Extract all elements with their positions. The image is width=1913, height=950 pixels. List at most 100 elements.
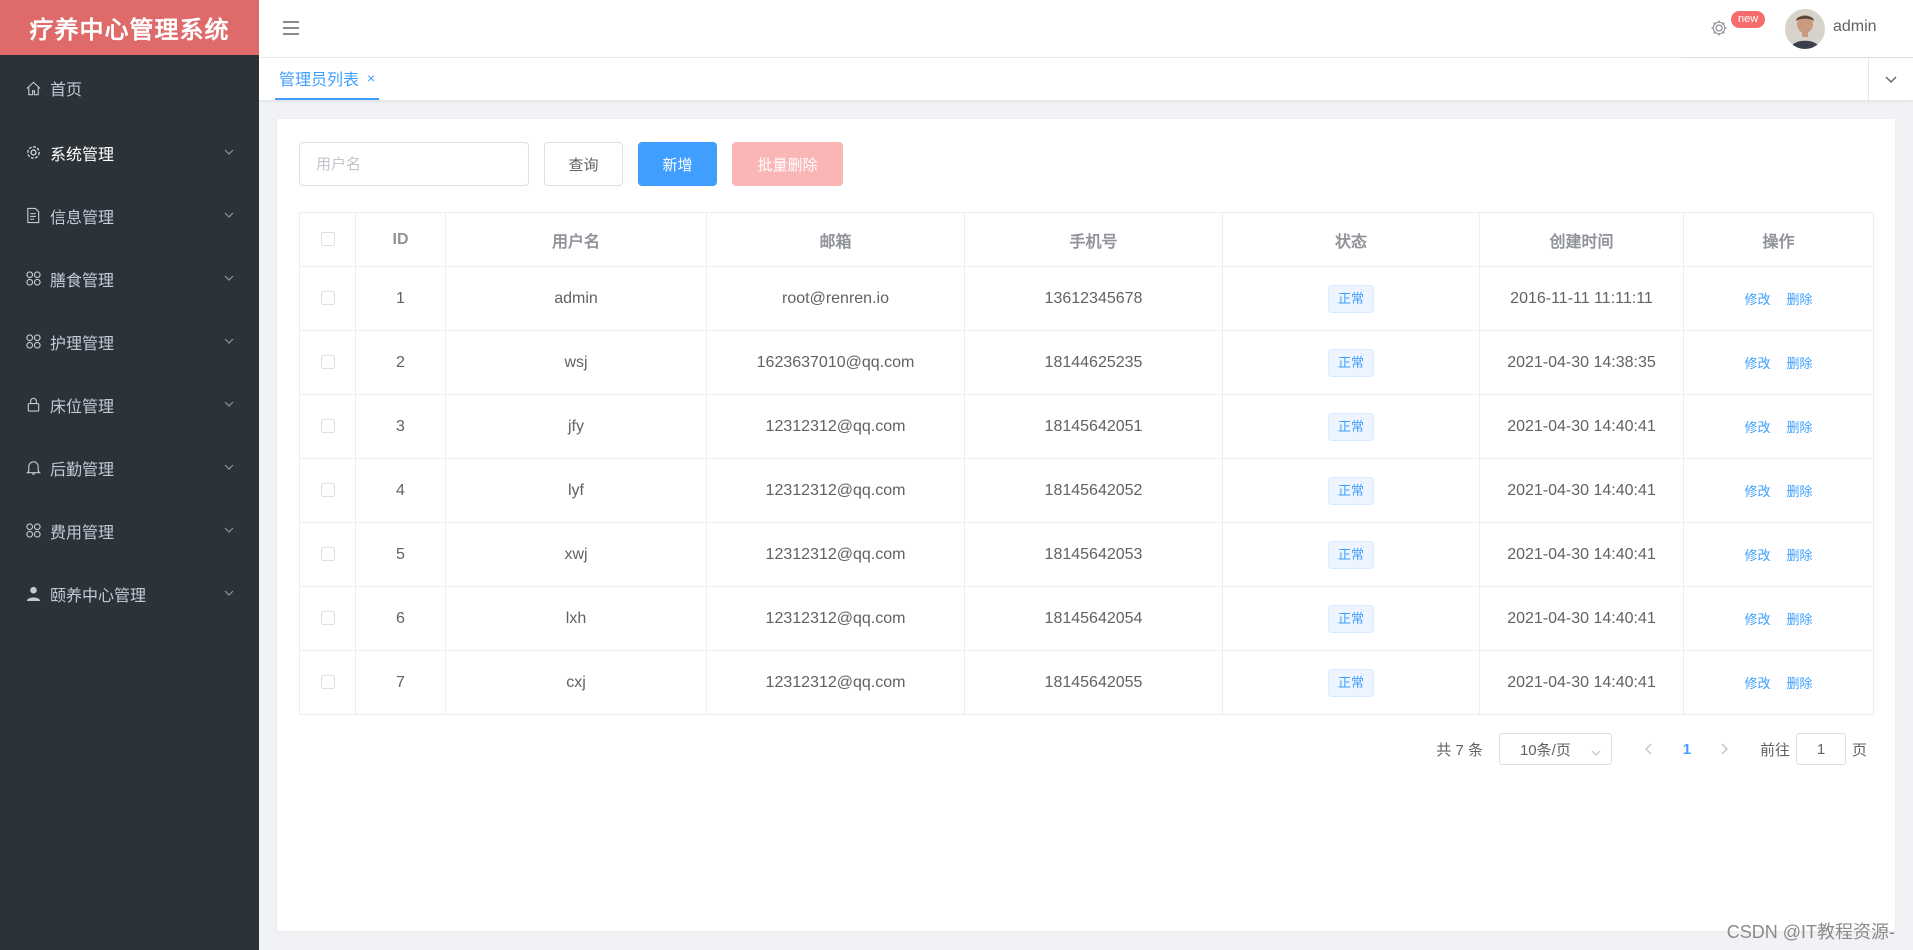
row-select-cell bbox=[299, 650, 356, 715]
pagination-total: 共 7 条 bbox=[1436, 741, 1483, 759]
cell-actions: 修改 删除 bbox=[1683, 586, 1874, 651]
row-checkbox[interactable] bbox=[320, 483, 335, 498]
edit-link[interactable]: 修改 bbox=[1744, 356, 1770, 371]
delete-link[interactable]: 删除 bbox=[1787, 356, 1813, 371]
cell-actions: 修改 删除 bbox=[1683, 394, 1874, 459]
edit-link[interactable]: 修改 bbox=[1744, 676, 1770, 691]
cell-username: lyf bbox=[445, 458, 707, 523]
edit-link[interactable]: 修改 bbox=[1744, 484, 1770, 499]
row-select-cell bbox=[299, 330, 356, 395]
sidebar-item-9[interactable]: 颐养中心管理 bbox=[0, 562, 259, 625]
sidebar-item-label: 费用管理 bbox=[50, 524, 115, 542]
settings-gear-icon[interactable] bbox=[1709, 18, 1729, 38]
edit-link[interactable]: 修改 bbox=[1744, 420, 1770, 435]
row-checkbox[interactable] bbox=[320, 675, 335, 690]
cell-id: 6 bbox=[355, 586, 446, 651]
status-badge: 正常 bbox=[1327, 540, 1374, 569]
sidebar-item-7[interactable]: 后勤管理 bbox=[0, 436, 259, 499]
column-header-actions: 操作 bbox=[1683, 212, 1874, 267]
app-logo-title: 疗养中心管理系统 bbox=[0, 0, 259, 55]
tab-close-icon[interactable]: × bbox=[367, 70, 375, 86]
new-badge: new bbox=[1730, 10, 1767, 29]
status-badge: 正常 bbox=[1327, 476, 1374, 505]
sidebar-item-4[interactable]: 膳食管理 bbox=[0, 247, 259, 310]
column-header-email: 邮箱 bbox=[706, 212, 965, 267]
tabs-dropdown-chevron-icon[interactable] bbox=[1868, 58, 1913, 100]
cell-email: root@renren.io bbox=[706, 266, 965, 331]
row-checkbox[interactable] bbox=[320, 611, 335, 626]
cell-phone: 18145642053 bbox=[964, 522, 1223, 587]
grid-icon bbox=[24, 522, 42, 540]
page-size-value: 10条/页 bbox=[1519, 741, 1571, 759]
sidebar-item-8[interactable]: 费用管理 bbox=[0, 499, 259, 562]
sidebar-item-6[interactable]: 床位管理 bbox=[0, 373, 259, 436]
sidebar-item-5[interactable]: 护理管理 bbox=[0, 310, 259, 373]
sidebar-item-label: 首页 bbox=[50, 82, 83, 99]
cell-created: 2021-04-30 14:40:41 bbox=[1479, 650, 1684, 715]
edit-link[interactable]: 修改 bbox=[1744, 548, 1770, 563]
row-select-cell bbox=[299, 394, 356, 459]
row-checkbox[interactable] bbox=[320, 291, 335, 306]
goto-suffix: 页 bbox=[1851, 741, 1867, 759]
page-number-current[interactable]: 1 bbox=[1667, 733, 1707, 765]
sidebar-item-2[interactable]: 系统管理 bbox=[0, 121, 259, 184]
status-badge: 正常 bbox=[1327, 668, 1374, 697]
sidebar-item-1[interactable]: 首页 bbox=[0, 55, 259, 121]
cell-username: cxj bbox=[445, 650, 707, 715]
page-size-select[interactable]: 10条/页 bbox=[1498, 733, 1612, 765]
row-checkbox[interactable] bbox=[320, 547, 335, 562]
cell-phone: 18145642052 bbox=[964, 458, 1223, 523]
column-header-id: ID bbox=[355, 212, 446, 267]
goto-prefix: 前往 bbox=[1759, 741, 1790, 759]
add-button[interactable]: 新增 bbox=[638, 142, 717, 186]
cell-username: xwj bbox=[445, 522, 707, 587]
column-header-username: 用户名 bbox=[445, 212, 707, 267]
gear-icon bbox=[24, 144, 42, 162]
header-username[interactable]: admin bbox=[1833, 18, 1877, 36]
sidebar-item-3[interactable]: 信息管理 bbox=[0, 184, 259, 247]
lock-icon bbox=[24, 396, 42, 414]
cell-id: 5 bbox=[355, 522, 446, 587]
edit-link[interactable]: 修改 bbox=[1744, 612, 1770, 627]
user-avatar[interactable] bbox=[1785, 9, 1825, 49]
cell-status: 正常 bbox=[1222, 586, 1480, 651]
edit-link[interactable]: 修改 bbox=[1744, 292, 1770, 307]
tab-admin-list[interactable]: 管理员列表 × bbox=[275, 58, 380, 100]
username-search-input[interactable] bbox=[299, 142, 529, 186]
cell-created: 2021-04-30 14:38:35 bbox=[1479, 330, 1684, 395]
delete-link[interactable]: 删除 bbox=[1787, 292, 1813, 307]
delete-link[interactable]: 删除 bbox=[1787, 612, 1813, 627]
delete-link[interactable]: 删除 bbox=[1787, 676, 1813, 691]
hamburger-menu-icon[interactable] bbox=[281, 18, 301, 38]
cell-status: 正常 bbox=[1222, 266, 1480, 331]
select-all-checkbox[interactable] bbox=[320, 232, 335, 247]
select-all-cell bbox=[299, 212, 356, 267]
chevron-down-icon bbox=[223, 271, 235, 283]
status-badge: 正常 bbox=[1327, 412, 1374, 441]
cell-created: 2021-04-30 14:40:41 bbox=[1479, 394, 1684, 459]
chevron-down-icon bbox=[223, 460, 235, 472]
cell-username: admin bbox=[445, 266, 707, 331]
table-row: 3 jfy 12312312@qq.com 18145642051 正常 2021-04-… bbox=[299, 394, 1874, 459]
next-page-chevron-right-icon[interactable] bbox=[1707, 733, 1742, 765]
delete-link[interactable]: 删除 bbox=[1787, 420, 1813, 435]
query-button[interactable]: 查询 bbox=[544, 142, 623, 186]
cell-status: 正常 bbox=[1222, 330, 1480, 395]
chevron-down-icon bbox=[223, 523, 235, 535]
sidebar: 疗养中心管理系统 首页系统管理 信息管理膳食管理护理管理 床位管理 后勤管理费用管理颐… bbox=[0, 0, 259, 950]
cell-username: wsj bbox=[445, 330, 707, 395]
table-row: 5 xwj 12312312@qq.com 18145642053 正常 2021-04-… bbox=[299, 522, 1874, 587]
table-row: 2 wsj 1623637010@qq.com 18144625235 正常 2021-0… bbox=[299, 330, 1874, 395]
batch-delete-button[interactable]: 批量删除 bbox=[732, 142, 843, 186]
delete-link[interactable]: 删除 bbox=[1787, 484, 1813, 499]
prev-page-chevron-left-icon[interactable] bbox=[1632, 733, 1667, 765]
cell-id: 7 bbox=[355, 650, 446, 715]
row-checkbox[interactable] bbox=[320, 355, 335, 370]
delete-link[interactable]: 删除 bbox=[1787, 548, 1813, 563]
cell-actions: 修改 删除 bbox=[1683, 522, 1874, 587]
goto-page-input[interactable] bbox=[1795, 733, 1846, 765]
row-checkbox[interactable] bbox=[320, 419, 335, 434]
sidebar-item-label: 膳食管理 bbox=[50, 272, 115, 290]
sidebar-menu: 首页系统管理 信息管理膳食管理护理管理 床位管理 后勤管理费用管理颐养中心管理 bbox=[0, 55, 259, 625]
document-icon bbox=[24, 207, 42, 225]
